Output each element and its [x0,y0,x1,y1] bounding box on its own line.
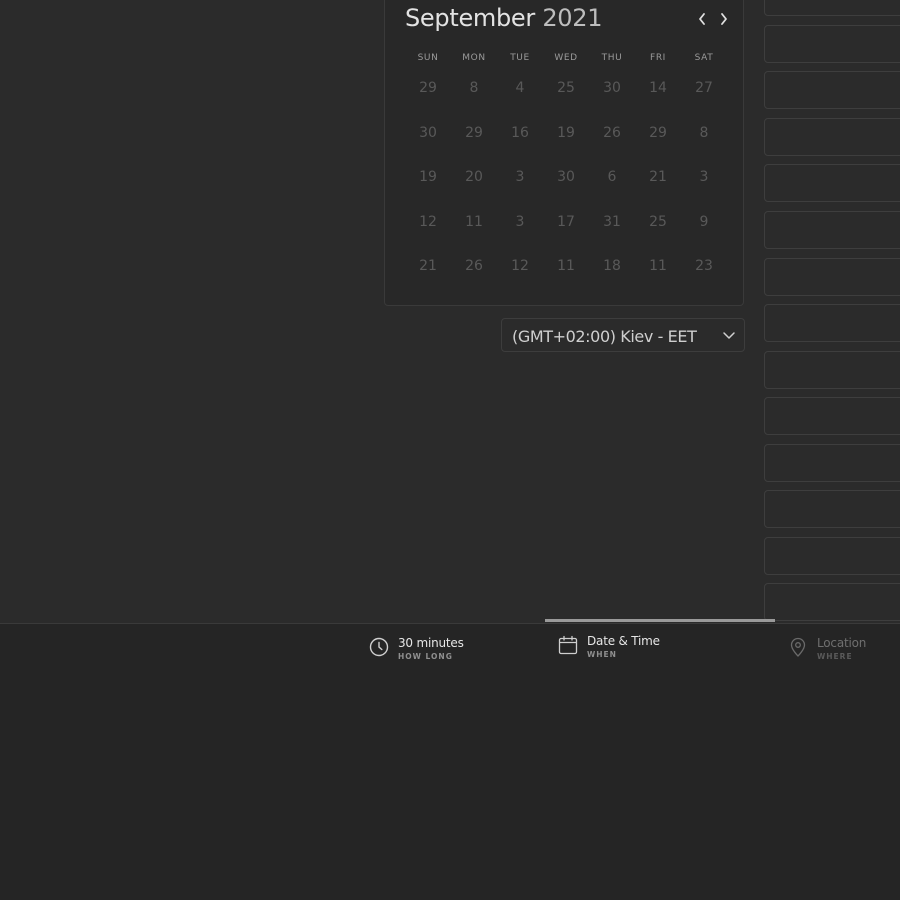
calendar-day: 20 [465,169,483,185]
calendar-day: 3 [515,169,525,185]
calendar-day: 12 [511,258,529,274]
calendar-day: 30 [557,169,575,185]
timezone-value: (GMT+02:00) Kiev - EET [512,327,697,346]
time-slot-button[interactable] [764,258,900,296]
step-progress-indicator [545,619,775,622]
calendar-day: 6 [607,169,617,185]
step-sublabel: WHEN [587,650,617,659]
time-slot-button[interactable] [764,304,900,342]
timezone-select[interactable]: (GMT+02:00) Kiev - EET [501,318,745,352]
weekday-label: WED [554,53,578,63]
time-slot-button[interactable] [764,25,900,63]
chevron-right-icon [721,13,727,25]
calendar-day: 8 [699,124,709,141]
calendar-day: 18 [603,258,621,274]
calendar-day: 26 [603,124,621,141]
weekday-label: MON [462,53,486,63]
step-sublabel: HOW LONG [398,652,453,661]
calendar-day: 31 [603,213,621,230]
calendar-day: 16 [511,124,529,141]
time-slot-button[interactable] [764,211,900,249]
step-where[interactable]: Location WHERE [787,636,866,661]
calendar-day: 27 [695,80,713,96]
calendar-day: 3 [699,169,709,185]
calendar-day: 30 [419,124,437,141]
step-how-long[interactable]: 30 minutes HOW LONG [368,636,464,661]
time-slot-button[interactable] [764,397,900,435]
chevron-down-icon [723,332,735,339]
weekday-label: THU [601,53,623,63]
calendar-month-year: September 2021 [405,4,603,32]
weekday-header: SUN MON TUE WED THU FRI SAT [405,53,727,63]
time-slot-button[interactable] [764,583,900,621]
calendar-day: 11 [465,213,483,230]
calendar-day: 29 [465,124,483,141]
calendar-day: 17 [557,213,575,230]
calendar-day: 25 [557,80,575,96]
calendar-day: 19 [557,124,575,141]
step-sublabel: WHERE [817,652,853,661]
prev-month-button[interactable] [693,9,711,29]
calendar-day: 11 [557,258,575,274]
calendar-year: 2021 [542,4,603,32]
time-slot-button[interactable] [764,351,900,389]
time-slot-button[interactable] [764,490,900,528]
main-panel: September 2021 SUN MON TUE WED THU FRI S… [0,0,900,623]
calendar-day: 9 [699,213,709,230]
calendar-day: 3 [515,213,525,230]
calendar-day: 8 [469,80,479,96]
calendar-day: 30 [603,80,621,96]
step-label: Date & Time [587,634,660,648]
date-picker-calendar: September 2021 SUN MON TUE WED THU FRI S… [384,0,744,306]
step-label: Location [817,636,867,650]
calendar-day: 14 [649,80,667,96]
scheduling-page: September 2021 SUN MON TUE WED THU FRI S… [0,0,900,900]
calendar-day: 29 [649,124,667,141]
time-slot-button[interactable] [764,71,900,109]
calendar-day: 19 [419,169,437,185]
time-slot-list [764,0,900,623]
time-slot-button[interactable] [764,537,900,575]
step-when[interactable]: Date & Time WHEN [557,634,660,659]
time-slot-button[interactable] [764,118,900,156]
calendar-day: 25 [649,213,667,230]
weekday-label: SAT [694,53,714,63]
calendar-day: 23 [695,258,713,274]
next-month-button[interactable] [715,9,733,29]
clock-icon [369,637,389,657]
calendar-day-grid: 29 8 4 25 30 14 27 30 29 16 19 26 29 8 1… [405,77,727,300]
time-slot-button[interactable] [764,0,900,16]
calendar-day: 26 [465,258,483,274]
step-footer [0,623,900,900]
weekday-label: FRI [650,53,666,63]
step-label: 30 minutes [398,636,464,650]
calendar-day: 4 [515,80,525,96]
time-slot-button[interactable] [764,444,900,482]
location-pin-icon [790,637,806,657]
chevron-left-icon [699,13,705,25]
calendar-day: 21 [419,258,437,274]
calendar-icon [558,635,578,655]
calendar-day: 12 [419,213,437,230]
time-slot-button[interactable] [764,164,900,202]
calendar-day: 29 [419,80,437,96]
weekday-label: SUN [417,53,439,63]
calendar-day: 11 [649,258,667,274]
weekday-label: TUE [510,53,530,63]
calendar-day: 21 [649,169,667,185]
calendar-month: September [405,4,535,32]
